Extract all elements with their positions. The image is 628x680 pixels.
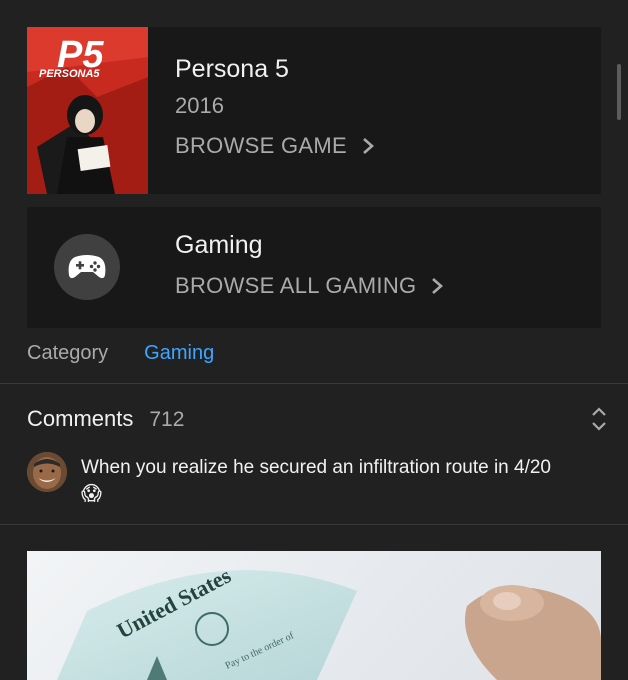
comments-header[interactable]: Comments 712	[27, 406, 184, 432]
avatar-image	[27, 452, 67, 492]
browse-all-gaming-label: BROWSE ALL GAMING	[175, 273, 417, 298]
chevron-right-icon	[363, 138, 374, 154]
divider	[0, 524, 628, 525]
category-row: Category Gaming	[27, 342, 214, 365]
gamepad-icon-container	[54, 234, 120, 300]
comments-label: Comments	[27, 406, 134, 431]
category-link[interactable]: Gaming	[144, 342, 214, 365]
game-year: 2016	[175, 93, 224, 118]
comment-text: When you realize he secured an infiltrat…	[81, 457, 551, 478]
scrollbar[interactable]	[617, 64, 621, 120]
game-card[interactable]: P5 PERSONA5 Persona 5 2016 BROWSE GAME	[27, 27, 601, 194]
gamepad-icon	[68, 255, 106, 279]
comments-count: 712	[149, 408, 185, 431]
chevron-right-icon	[432, 278, 444, 294]
category-title[interactable]: Gaming	[175, 231, 263, 260]
commenter-avatar[interactable]	[27, 452, 67, 492]
persona-cover-art: P5 PERSONA5	[27, 27, 148, 194]
cover-logo-text: PERSONA5	[39, 68, 100, 80]
browse-game-button[interactable]: BROWSE GAME	[175, 133, 375, 159]
category-label: Category	[27, 342, 109, 364]
scream-emoji-icon: 😱	[81, 483, 102, 505]
post-image[interactable]: United States Pay to the order of	[27, 551, 601, 680]
video-details-page: P5 PERSONA5 Persona 5 2016 BROWSE GAME G…	[0, 0, 628, 680]
game-cover-image[interactable]: P5 PERSONA5	[27, 27, 148, 194]
expand-collapse-icon[interactable]	[588, 405, 610, 433]
divider	[0, 383, 628, 384]
browse-game-label: BROWSE GAME	[175, 133, 347, 158]
browse-all-gaming-button[interactable]: BROWSE ALL GAMING	[175, 273, 444, 299]
category-card[interactable]: Gaming BROWSE ALL GAMING	[27, 207, 601, 328]
game-title[interactable]: Persona 5	[175, 55, 289, 84]
top-comment[interactable]: When you realize he secured an infiltrat…	[81, 455, 591, 507]
stimulus-check-photo: United States Pay to the order of	[57, 562, 601, 680]
